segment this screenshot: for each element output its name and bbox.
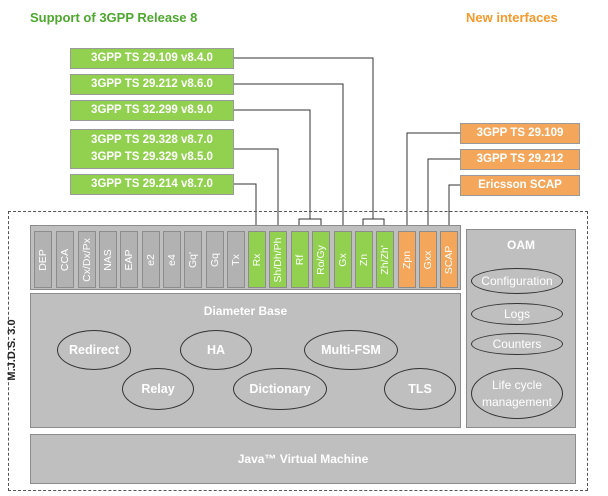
app-box-gxx: Gxx <box>419 231 437 288</box>
app-box-gq: Gq <box>206 231 224 288</box>
app-label: Gxx <box>422 250 434 269</box>
app-box-cx-dx-px: Cx/Dx/Px <box>78 231 96 288</box>
app-label: Rf <box>294 254 306 265</box>
app-label: Zn <box>358 253 370 266</box>
app-label: Gq <box>209 252 221 267</box>
app-label: SCAP <box>443 245 455 274</box>
app-box-tx: Tx <box>227 231 245 288</box>
app-box-dep: DEP <box>34 231 52 288</box>
app-box-gq: Gq' <box>184 231 202 288</box>
app-box-sh-dh-ph: Sh/Dh/Ph <box>269 231 287 288</box>
app-label: Gq' <box>187 251 199 268</box>
app-box-zpn: Zpn <box>398 231 416 288</box>
app-box-ro-gy: Ro/Gy <box>312 231 330 288</box>
app-box-scap: SCAP <box>440 231 458 288</box>
oam-lifecycle-management: Life cycle management <box>471 368 563 419</box>
oam-counters: Counters <box>471 333 563 355</box>
relay-component: Relay <box>122 368 194 410</box>
diameter-base-title: Diameter Base <box>203 304 288 318</box>
app-box-e4: e4 <box>163 231 181 288</box>
app-box-zn: Zn <box>355 231 373 288</box>
app-label: e2 <box>145 253 157 266</box>
app-label: CCA <box>59 248 71 271</box>
app-label: Gx <box>337 252 349 267</box>
app-box-eap: EAP <box>120 231 138 288</box>
app-label: Tx <box>230 253 242 266</box>
app-label: EAP <box>123 248 135 271</box>
jvm-label: Java™ Virtual Machine <box>237 452 369 466</box>
redirect-component: Redirect <box>57 330 131 370</box>
tls-component: TLS <box>384 368 456 410</box>
multi-fsm-component: Multi-FSM <box>304 330 398 370</box>
app-box-zh-zh: Zh/Zh' <box>376 231 394 288</box>
app-box-cca: CCA <box>56 231 74 288</box>
connector-ts29212-gx <box>234 83 344 231</box>
app-box-nas: NAS <box>99 231 117 288</box>
connector-ts32299-rf-ro <box>234 109 311 219</box>
oam-configuration: Configuration <box>471 268 563 294</box>
dictionary-component: Dictionary <box>233 368 327 410</box>
app-label: DEP <box>37 248 49 271</box>
app-label: Cx/Dx/Px <box>81 237 93 282</box>
framework-label: M.J.D.S. 3.0 <box>6 319 18 381</box>
app-label: e4 <box>166 253 178 266</box>
oam-logs: Logs <box>471 303 563 325</box>
app-box-rf: Rf <box>291 231 309 288</box>
app-box-gx: Gx <box>334 231 352 288</box>
app-label: Zh/Zh' <box>379 244 391 275</box>
app-label: Ro/Gy <box>315 244 327 275</box>
ha-component: HA <box>180 330 252 370</box>
app-box-e2: e2 <box>142 231 160 288</box>
app-label: NAS <box>102 248 114 271</box>
app-box-rx: Rx <box>248 231 266 288</box>
connector-ts29109-zn <box>234 57 374 219</box>
app-label: Sh/Dh/Ph <box>272 237 284 282</box>
app-label: Zpn <box>401 250 413 269</box>
app-label: Rx <box>251 253 263 266</box>
oam-title: OAM <box>507 238 535 252</box>
